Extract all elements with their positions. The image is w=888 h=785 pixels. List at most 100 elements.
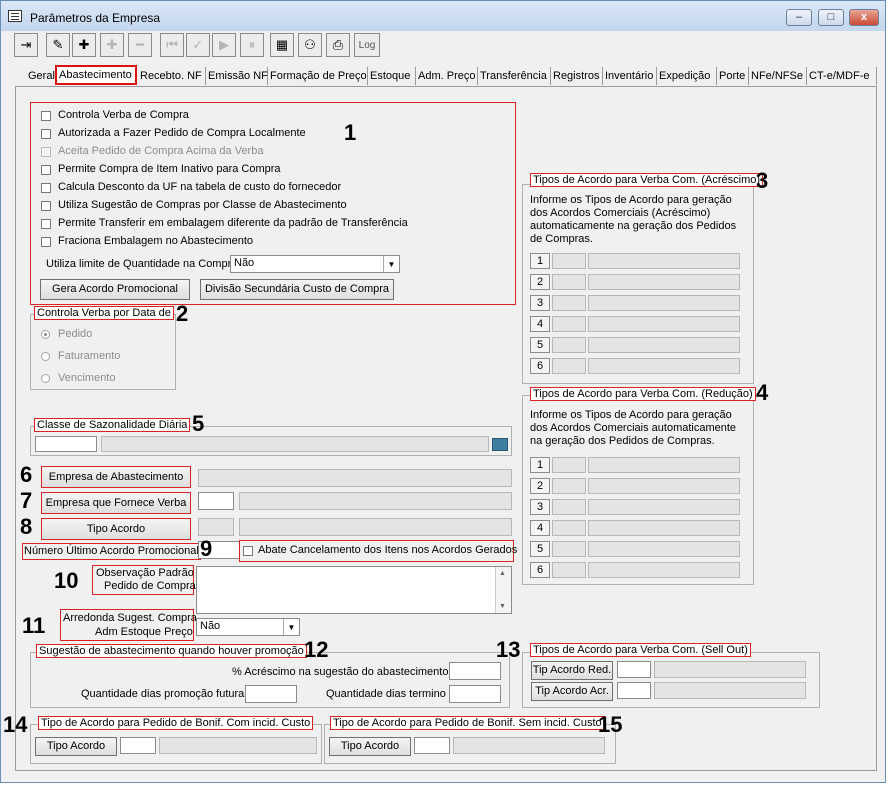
bonif-com-custo-code[interactable] — [120, 737, 156, 754]
first-record-icon[interactable]: ⏮ — [160, 33, 184, 57]
acrescimo-row-button-1[interactable]: 1 — [530, 253, 550, 269]
tab-expedicao[interactable]: Expedição — [657, 67, 717, 85]
tab-adm-preco[interactable]: Adm. Preço — [416, 67, 478, 85]
checkbox-controla-verba[interactable] — [41, 111, 51, 121]
tab-cte-mdfe[interactable]: CT-e/MDF-e — [807, 67, 877, 85]
reducao-code-6[interactable] — [552, 562, 586, 578]
acrescimo-code-4[interactable] — [552, 316, 586, 332]
reducao-code-5[interactable] — [552, 541, 586, 557]
empresa-abastecimento-button[interactable]: Empresa de Abastecimento — [41, 466, 191, 488]
tab-inventario[interactable]: Inventário — [603, 67, 657, 85]
select-limite-quantidade[interactable]: Não ▼ — [230, 255, 400, 273]
checkbox-aceita-pedido[interactable] — [41, 147, 51, 157]
reducao-row-button-5[interactable]: 5 — [530, 541, 550, 557]
tab-transferencia[interactable]: Transferência — [478, 67, 551, 85]
acrescimo-row-button-6[interactable]: 6 — [530, 358, 550, 374]
label-controla-verba: Controla Verba de Compra — [58, 109, 189, 121]
pause-icon[interactable]: ⏸ — [240, 33, 264, 57]
exit-icon[interactable]: ⇥ — [14, 33, 38, 57]
acrescimo-code-5[interactable] — [552, 337, 586, 353]
radio-faturamento[interactable] — [41, 352, 50, 361]
chevron-down-icon: ▼ — [283, 619, 299, 635]
tab-formacao-preco[interactable]: Formação de Preço — [268, 67, 368, 85]
checkbox-item-inativo[interactable] — [41, 165, 51, 175]
app-icon — [8, 10, 22, 22]
tab-emissao-nf[interactable]: Emissão NF — [206, 67, 268, 85]
tip-acordo-acr-button[interactable]: Tip Acordo Acr. — [531, 682, 613, 701]
annotation-5: 5 — [192, 411, 205, 436]
gera-acordo-button[interactable]: Gera Acordo Promocional — [40, 279, 190, 300]
tab-estoque[interactable]: Estoque — [368, 67, 416, 85]
tab-geral[interactable]: Geral — [26, 67, 56, 85]
tab-recebto-nf[interactable]: Recebto. NF — [138, 67, 206, 85]
scroll-down-icon[interactable]: ▼ — [499, 603, 506, 610]
acrescimo-code-2[interactable] — [552, 274, 586, 290]
tip-acordo-acr-code[interactable] — [617, 682, 651, 699]
add-icon[interactable]: ✚ — [72, 33, 96, 57]
reducao-row-button-6[interactable]: 6 — [530, 562, 550, 578]
remove-icon[interactable]: ━ — [128, 33, 152, 57]
minimize-button[interactable]: – — [786, 9, 812, 26]
checkbox-desconto-uf[interactable] — [41, 183, 51, 193]
checkbox-transferir-embalagem[interactable] — [41, 219, 51, 229]
eraser-icon[interactable]: ✎ — [46, 33, 70, 57]
bonif-sem-custo-code[interactable] — [414, 737, 450, 754]
desc-acrescimo-1: Informe os Tipos de Acordo para geração — [530, 194, 732, 206]
reducao-code-4[interactable] — [552, 520, 586, 536]
acrescimo-code-6[interactable] — [552, 358, 586, 374]
acrescimo-row-button-5[interactable]: 5 — [530, 337, 550, 353]
acrescimo-code-1[interactable] — [552, 253, 586, 269]
annotation-12: 12 — [304, 637, 329, 662]
tab-nfe-nfse[interactable]: NFe/NFSe — [749, 67, 807, 85]
acrescimo-input[interactable] — [449, 662, 501, 680]
empresa-fornece-verba-button[interactable]: Empresa que Fornece Verba — [41, 492, 191, 514]
reducao-row-button-2[interactable]: 2 — [530, 478, 550, 494]
insert-icon[interactable]: ✚ — [100, 33, 124, 57]
radio-pedido[interactable] — [41, 330, 50, 339]
reducao-row-button-1[interactable]: 1 — [530, 457, 550, 473]
reducao-code-3[interactable] — [552, 499, 586, 515]
reducao-row-button-4[interactable]: 4 — [530, 520, 550, 536]
print-icon[interactable]: ⎙ — [326, 33, 350, 57]
sazonalidade-code-input[interactable] — [35, 436, 97, 452]
acrescimo-row-button-4[interactable]: 4 — [530, 316, 550, 332]
reducao-code-2[interactable] — [552, 478, 586, 494]
observacao-textarea[interactable]: ▲ ▼ — [196, 566, 512, 614]
acrescimo-row-button-2[interactable]: 2 — [530, 274, 550, 290]
reducao-code-1[interactable] — [552, 457, 586, 473]
tip-acordo-red-button[interactable]: Tip Acordo Red. — [531, 661, 613, 680]
divisao-secundaria-button[interactable]: Divisão Secundária Custo de Compra — [200, 279, 394, 300]
reducao-row-button-3[interactable]: 3 — [530, 499, 550, 515]
select-arredonda[interactable]: Não ▼ — [196, 618, 300, 636]
observacao-scrollbar[interactable]: ▲ ▼ — [495, 567, 511, 613]
group-acordo-acrescimo-title: Tipos de Acordo para Verba Com. (Acrésci… — [530, 173, 764, 187]
dias-termino-input[interactable] — [449, 685, 501, 703]
checkbox-fraciona-embalagem[interactable] — [41, 237, 51, 247]
scroll-up-icon[interactable]: ▲ — [499, 570, 506, 577]
empresa-fornece-verba-code[interactable] — [198, 492, 234, 510]
binoculars-icon[interactable]: ⚇ — [298, 33, 322, 57]
maximize-button[interactable]: □ — [818, 9, 844, 26]
acrescimo-row-button-3[interactable]: 3 — [530, 295, 550, 311]
tipo-acordo-button[interactable]: Tipo Acordo — [41, 518, 191, 540]
label-pedido: Pedido — [58, 328, 93, 340]
tab-porte[interactable]: Porte — [717, 67, 749, 85]
radio-vencimento[interactable] — [41, 374, 50, 383]
bonif-sem-custo-tipo-button[interactable]: Tipo Acordo — [329, 737, 411, 756]
tab-registros[interactable]: Registros — [551, 67, 603, 85]
close-button[interactable]: x — [849, 9, 879, 26]
bonif-com-custo-tipo-button[interactable]: Tipo Acordo — [35, 737, 117, 756]
tipo-acordo-code — [198, 518, 234, 536]
checkbox-sugestao-classe[interactable] — [41, 201, 51, 211]
confirm-icon[interactable]: ✓ — [186, 33, 210, 57]
log-button[interactable]: Log — [354, 33, 380, 57]
grid-icon[interactable]: ▦ — [270, 33, 294, 57]
dias-promocao-input[interactable] — [245, 685, 297, 703]
tip-acordo-red-code[interactable] — [617, 661, 651, 678]
checkbox-abate-cancelamento[interactable] — [243, 546, 253, 556]
acrescimo-code-3[interactable] — [552, 295, 586, 311]
list-icon[interactable] — [492, 438, 508, 451]
tab-abastecimento[interactable]: Abastecimento — [55, 65, 137, 85]
next-record-icon[interactable]: ▶ — [212, 33, 236, 57]
checkbox-autorizada-pedido[interactable] — [41, 129, 51, 139]
